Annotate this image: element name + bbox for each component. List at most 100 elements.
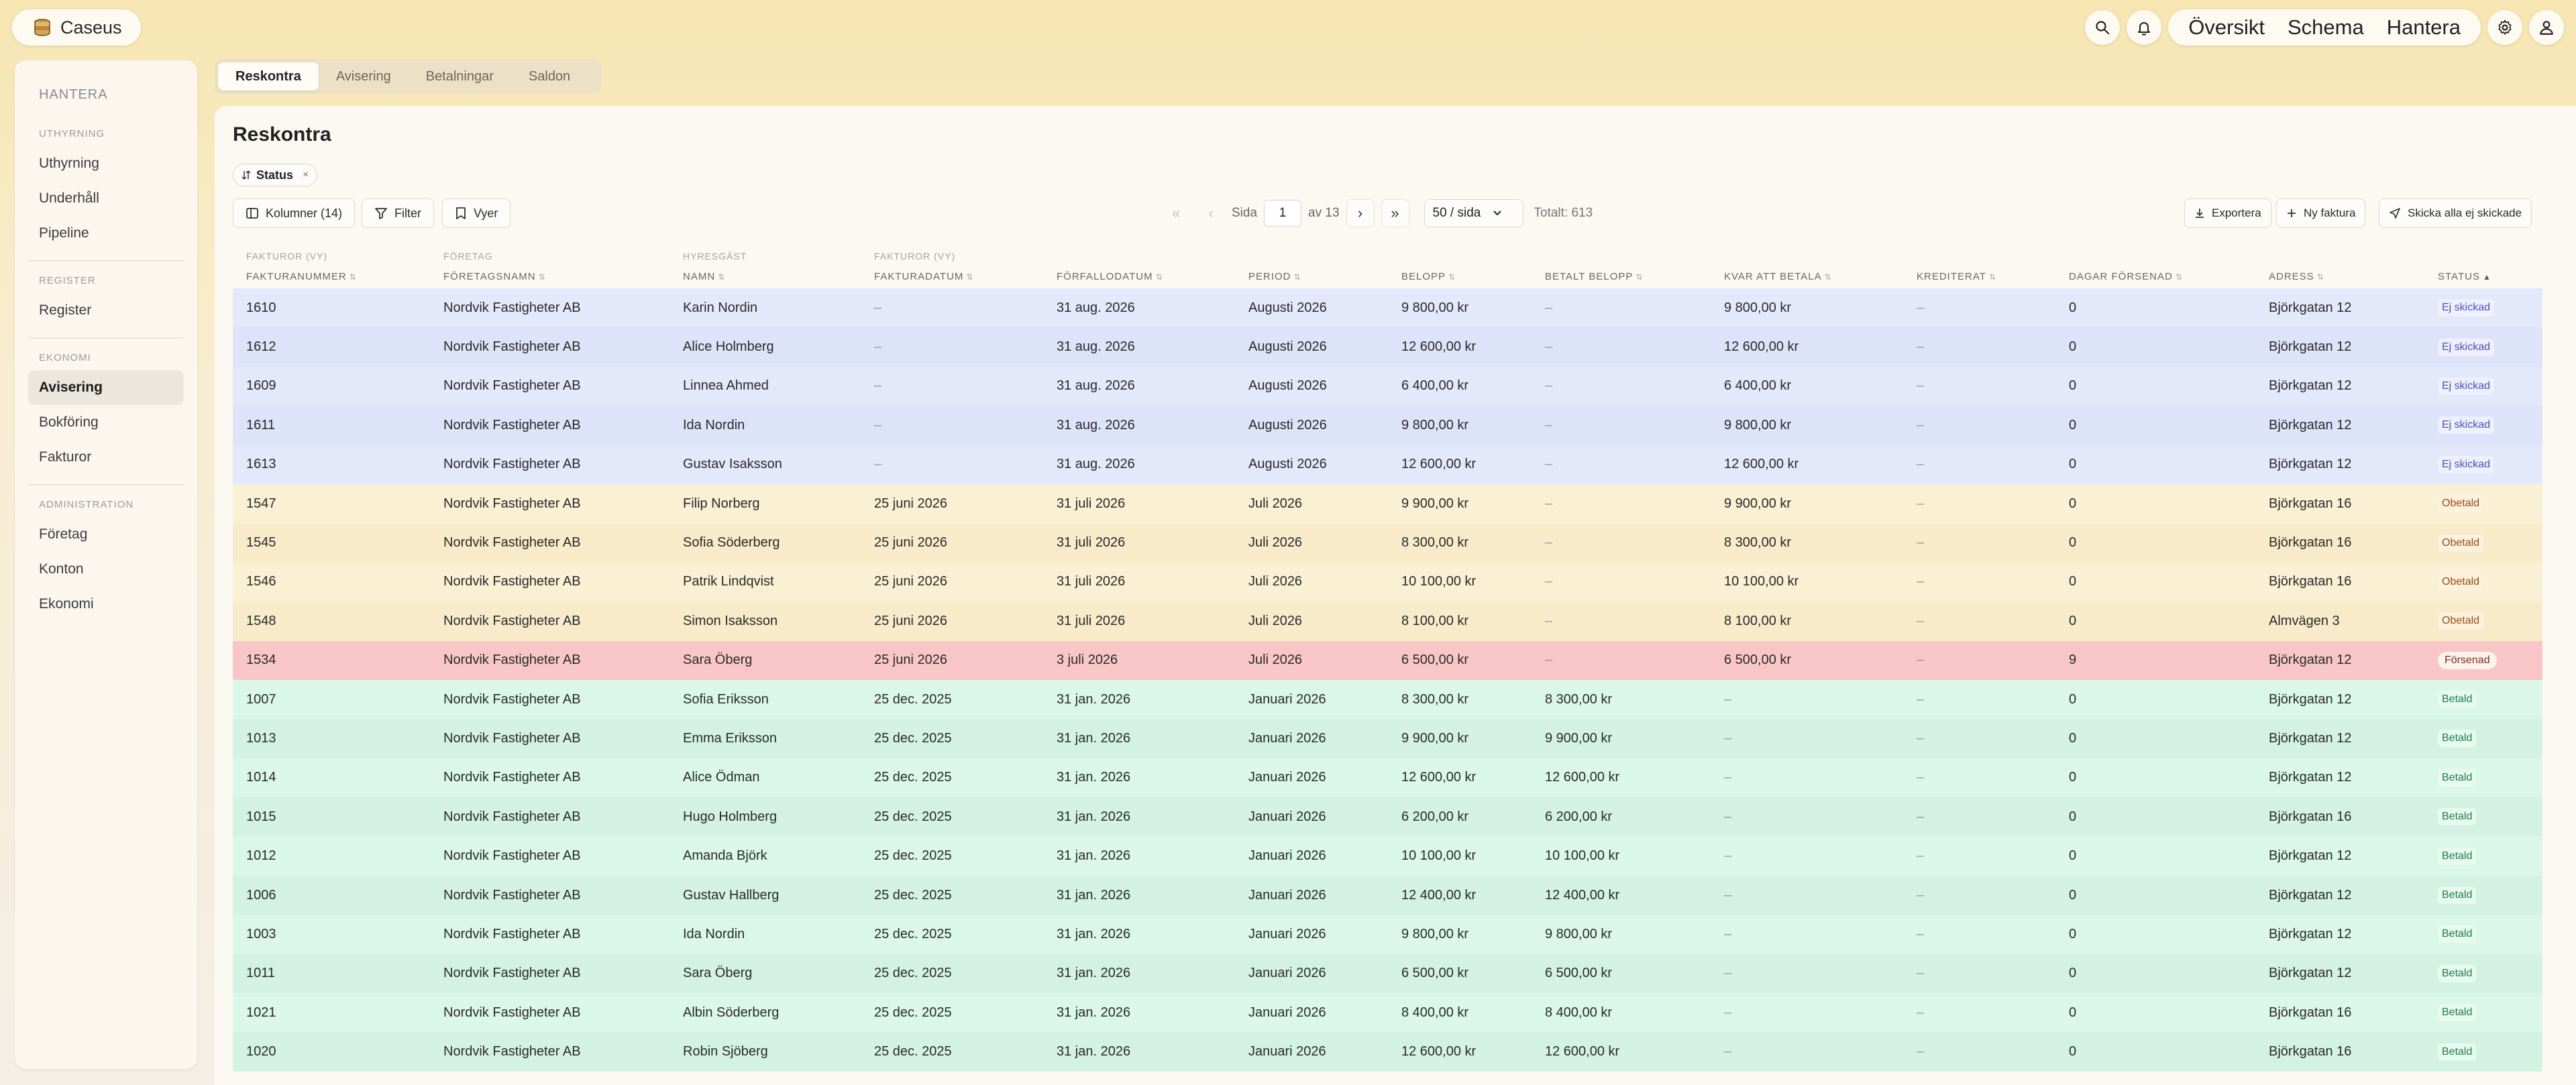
sort-icon[interactable]: ⇅ (2176, 272, 2183, 282)
sort-icon[interactable]: ⇅ (1635, 272, 1643, 282)
nav-item-schema[interactable]: Schema (2288, 15, 2364, 40)
sort-icon[interactable]: ⇅ (1156, 272, 1163, 282)
sort-icon[interactable]: ⇅ (350, 272, 357, 282)
cell-value: 9 800,00 kr (1401, 926, 1469, 941)
table-row[interactable]: 1546 Nordvik Fastigheter AB Patrik Lindqvi… (233, 562, 2542, 602)
header-group-label: FAKTUROR (VY) (874, 251, 956, 262)
table-row[interactable]: 1610 Nordvik Fastigheter AB Karin Nordin – 3… (233, 288, 2542, 328)
cell-kvar-att-betala: 12 600,00 kr (1724, 445, 1799, 484)
table-row[interactable]: 1547 Nordvik Fastigheter AB Filip Norberg 2… (233, 483, 2542, 524)
table-row[interactable]: 1613 Nordvik Fastigheter AB Gustav Isaksso… (233, 445, 2542, 484)
sort-asc-icon[interactable]: ▲ (2483, 272, 2491, 282)
sort-icon (241, 170, 251, 180)
status-badge: Betald (2438, 730, 2477, 748)
cell-value: 25 dec. 2025 (874, 1044, 952, 1060)
first-page-button[interactable]: « (1162, 199, 1190, 227)
sort-icon[interactable]: ⇅ (539, 272, 546, 282)
notifications-button[interactable] (2127, 10, 2162, 45)
cell-value: – (1917, 966, 1925, 981)
sidebar-item-foretag[interactable]: Företag (28, 517, 184, 552)
nav-item-oversikt[interactable]: Översikt (2188, 15, 2265, 40)
status-filter-chip[interactable]: Status × (233, 164, 318, 186)
table-row[interactable]: 1612 Nordvik Fastigheter AB Alice Holmberg… (233, 327, 2542, 367)
cell-kvar-att-betala: – (1724, 680, 1731, 719)
send-all-button[interactable]: Skicka alla ej skickade (2379, 198, 2532, 228)
table-row[interactable]: 1611 Nordvik Fastigheter AB Ida Nordin – 31 … (233, 406, 2542, 445)
table-row[interactable]: 1534 Nordvik Fastigheter AB Sara Öberg 25 j… (233, 640, 2542, 680)
settings-button[interactable] (2487, 10, 2522, 45)
tab-avisering[interactable]: Avisering (319, 62, 409, 91)
cell-forfallodatum: 31 jan. 2026 (1057, 1032, 1130, 1071)
tab-betalningar[interactable]: Betalningar (409, 62, 511, 91)
sidebar-item-register[interactable]: Register (28, 293, 184, 328)
table-row[interactable]: 1007 Nordvik Fastigheter AB Sofia Eriksson… (233, 679, 2542, 720)
sidebar-item-underhall[interactable]: Underhåll (28, 181, 184, 216)
cell-krediterat: – (1917, 1032, 1924, 1071)
page-number-input[interactable] (1264, 200, 1302, 227)
sort-icon[interactable]: ⇅ (1989, 272, 1996, 282)
new-invoice-button[interactable]: Ny faktura (2276, 198, 2366, 228)
cell-belopp: 12 600,00 kr (1401, 327, 1476, 366)
sidebar-item-pipeline[interactable]: Pipeline (28, 216, 184, 251)
table-row[interactable]: 1545 Nordvik Fastigheter AB Sofia Söderber… (233, 523, 2542, 563)
cell-krediterat: – (1917, 367, 1924, 406)
sidebar-item-uthyrning[interactable]: Uthyrning (28, 146, 184, 181)
sidebar-item-ekonomi[interactable]: Ekonomi (28, 587, 184, 622)
table-row[interactable]: 1013 Nordvik Fastigheter AB Emma Eriksson 2… (233, 719, 2542, 758)
nav-item-hantera[interactable]: Hantera (2387, 15, 2461, 40)
sidebar-item-konton[interactable]: Konton (28, 552, 184, 587)
sidebar-item-avisering[interactable]: Avisering (28, 370, 184, 405)
search-icon (2096, 21, 2110, 35)
cell-value: Sara Öberg (683, 966, 753, 981)
table-row[interactable]: 1014 Nordvik Fastigheter AB Alice Ödman 25 … (233, 758, 2542, 798)
cell-belopp: 12 600,00 kr (1401, 758, 1476, 797)
table-row[interactable]: 1548 Nordvik Fastigheter AB Simon Isaksson… (233, 602, 2542, 641)
table-row[interactable]: 1021 Nordvik Fastigheter AB Albin Söderber… (233, 993, 2542, 1033)
cell-value: 1548 (246, 613, 276, 628)
next-page-button[interactable]: › (1346, 199, 1375, 227)
sort-icon[interactable]: ⇅ (1294, 272, 1301, 282)
cell-value: 1610 (246, 300, 276, 315)
brand-button[interactable]: Caseus (12, 9, 141, 46)
table-row[interactable]: 1003 Nordvik Fastigheter AB Ida Nordin 25 d… (233, 915, 2542, 954)
last-page-button[interactable]: » (1381, 199, 1409, 227)
table-row[interactable]: 1015 Nordvik Fastigheter AB Hugo Holmberg 2… (233, 797, 2542, 837)
search-button[interactable] (2085, 10, 2121, 45)
cell-period: Januari 2026 (1248, 1032, 1326, 1071)
table-row[interactable]: 1020 Nordvik Fastigheter AB Robin Sjöberg 2… (233, 1032, 2542, 1072)
cell-fakturadatum: 25 dec. 2025 (874, 797, 952, 836)
sort-icon[interactable]: ⇅ (1448, 272, 1456, 282)
cell-value: Gustav Isaksson (683, 457, 782, 472)
tab-saldon[interactable]: Saldon (511, 62, 588, 91)
cell-value: Augusti 2026 (1248, 300, 1327, 315)
views-button[interactable]: Vyer (442, 198, 511, 228)
cell-betalt-belopp: 8 400,00 kr (1545, 993, 1612, 1032)
cell-fakturadatum: 25 juni 2026 (874, 523, 947, 562)
cell-value: 6 400,00 kr (1724, 378, 1792, 394)
sort-icon[interactable]: ⇅ (966, 272, 973, 282)
columns-button[interactable]: Kolumner (14) (233, 198, 356, 228)
sidebar-item-fakturor[interactable]: Fakturor (28, 440, 184, 475)
cell-value: Björkgatan 12 (2269, 457, 2352, 472)
account-button[interactable] (2529, 10, 2564, 45)
cell-value: 0 (2069, 809, 2077, 824)
sort-icon[interactable]: ⇅ (2317, 272, 2324, 282)
cell-forfallodatum: 31 jan. 2026 (1057, 758, 1130, 797)
prev-page-button[interactable]: ‹ (1197, 199, 1225, 227)
per-page-select[interactable]: 50 / sida (1424, 199, 1523, 227)
sort-icon[interactable]: ⇅ (718, 272, 725, 282)
sidebar-item-bokforing[interactable]: Bokföring (28, 405, 184, 440)
tab-reskontra[interactable]: Reskontra (218, 62, 319, 91)
cell-value: 0 (2069, 417, 2077, 433)
table-row[interactable]: 1609 Nordvik Fastigheter AB Linnea Ahmed – 3… (233, 366, 2542, 406)
filter-button[interactable]: Filter (362, 198, 434, 228)
export-button[interactable]: Exportera (2184, 198, 2271, 228)
table-row[interactable]: 1011 Nordvik Fastigheter AB Sara Öberg 25 d… (233, 954, 2542, 994)
close-icon[interactable]: × (303, 169, 309, 181)
table-row[interactable]: 1012 Nordvik Fastigheter AB Amanda Björk 25… (233, 836, 2542, 876)
sort-icon[interactable]: ⇅ (1825, 272, 1832, 282)
cell-value: 1012 (246, 848, 276, 864)
table-row[interactable]: 1006 Nordvik Fastigheter AB Gustav Hallber… (233, 875, 2542, 915)
cell-value: Björkgatan 12 (2269, 966, 2352, 981)
cell-forfallodatum: 31 aug. 2026 (1057, 367, 1135, 406)
